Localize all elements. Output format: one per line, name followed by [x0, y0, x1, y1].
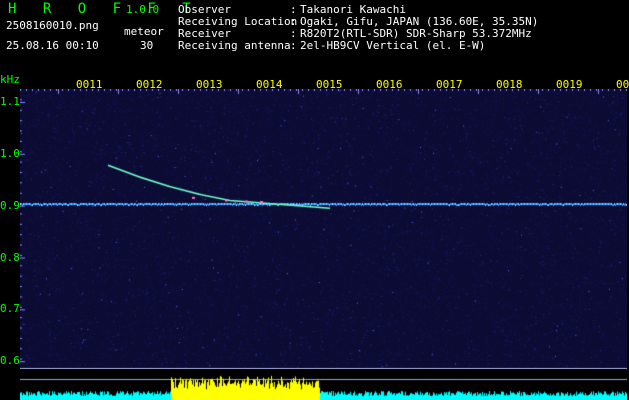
freq-label: 0.9: [0, 198, 20, 212]
hrofft-screen: H R O F F T 1.0.0 2508160010.png meteor …: [0, 0, 629, 400]
filename: 2508160010.png: [6, 19, 99, 32]
antenna-value: 2el-HB9CV Vertical (el. E-W): [300, 39, 486, 52]
colon: :: [290, 39, 297, 52]
app-version: 1.0.0: [126, 3, 160, 16]
spectrum-bar: [20, 370, 627, 400]
antenna-key: Receiving antenna: [178, 39, 291, 52]
freq-label: 1.1: [0, 94, 20, 108]
datetime: 25.08.16 00:10: [6, 39, 99, 52]
freq-label: 0.6: [0, 354, 20, 368]
freq-label: 0.8: [0, 250, 20, 264]
meteor-count: 30: [140, 39, 154, 52]
app-title: H R O F F T: [8, 1, 200, 17]
freq-label: 0.7: [0, 302, 20, 316]
meteor-label: meteor: [124, 25, 164, 38]
waterfall-spectrogram: [20, 89, 627, 369]
freq-label: 1.0: [0, 146, 20, 160]
khz-unit-label: kHz: [0, 73, 20, 86]
